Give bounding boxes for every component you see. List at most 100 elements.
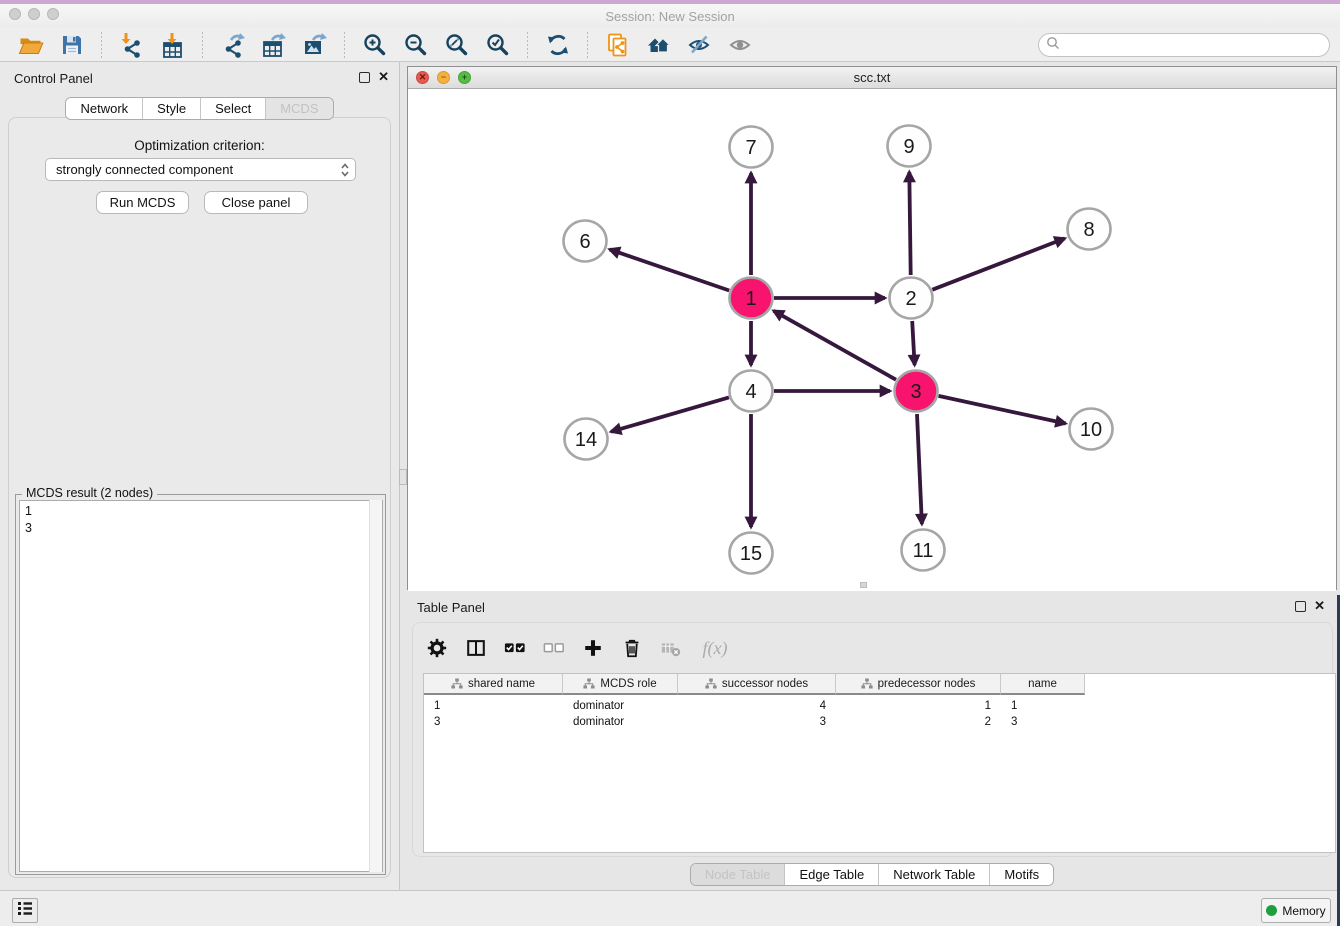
export-network-icon[interactable] [219, 31, 246, 58]
gear-icon[interactable] [425, 636, 449, 660]
tab-node-table[interactable]: Node Table [691, 864, 785, 885]
delete-column-icon[interactable] [620, 636, 644, 660]
edge-4-14[interactable] [611, 397, 729, 431]
close-table-panel-icon[interactable]: ✕ [1314, 598, 1325, 613]
column-header-name[interactable]: name [1001, 674, 1085, 695]
criterion-select[interactable]: strongly connected component [45, 158, 356, 181]
split-columns-icon[interactable] [464, 636, 488, 660]
float-table-panel-icon[interactable] [1295, 601, 1306, 612]
titlebar[interactable]: Session: New Session [0, 4, 1340, 28]
deselect-all-icon[interactable] [542, 636, 566, 660]
edge-3-11[interactable] [917, 414, 922, 524]
graph-node-6[interactable]: 6 [564, 221, 607, 262]
network-close-button[interactable]: ✕ [416, 71, 429, 84]
float-panel-icon[interactable] [359, 72, 370, 83]
edge-3-10[interactable] [939, 396, 1066, 424]
tab-motifs[interactable]: Motifs [989, 864, 1053, 885]
graph-node-1[interactable]: 1 [730, 278, 773, 319]
search-box[interactable] [1038, 33, 1330, 57]
close-panel-button[interactable]: Close panel [204, 191, 308, 214]
select-all-icon[interactable] [503, 636, 527, 660]
tab-network[interactable]: Network [66, 98, 142, 119]
tab-mcds[interactable]: MCDS [265, 98, 332, 119]
edge-1-6[interactable] [610, 249, 730, 290]
graph-node-15[interactable]: 15 [730, 533, 773, 574]
add-column-icon[interactable] [581, 636, 605, 660]
column-header-successor-nodes[interactable]: successor nodes [678, 674, 836, 695]
import-network-icon[interactable] [118, 31, 145, 58]
tab-style[interactable]: Style [142, 98, 200, 119]
table-cell[interactable]: 1 [424, 700, 563, 712]
network-zoom-button[interactable]: + [458, 71, 471, 84]
graph-node-14[interactable]: 14 [565, 419, 608, 460]
table-cell[interactable]: 3 [1001, 716, 1085, 728]
node-label: 8 [1083, 219, 1094, 241]
table-cell[interactable]: 3 [678, 716, 836, 728]
column-header-MCDS-role[interactable]: MCDS role [563, 674, 678, 695]
table-row[interactable]: 3dominator323 [424, 714, 1335, 730]
graph-node-2[interactable]: 2 [890, 278, 933, 319]
node-table[interactable]: shared nameMCDS rolesuccessor nodesprede… [423, 673, 1336, 853]
export-image-icon[interactable] [301, 31, 328, 58]
table-cell[interactable]: dominator [563, 716, 678, 728]
table-cell[interactable]: 4 [678, 700, 836, 712]
hierarchy-icon [861, 678, 873, 690]
tab-network-table[interactable]: Network Table [878, 864, 989, 885]
zoom-fit-icon[interactable] [443, 31, 470, 58]
task-history-button[interactable] [12, 898, 38, 923]
panel-divider-handle[interactable] [399, 469, 407, 485]
graph-node-3[interactable]: 3 [895, 371, 938, 412]
table-cell[interactable]: dominator [563, 700, 678, 712]
edge-3-1[interactable] [774, 311, 896, 380]
table-cell[interactable]: 3 [424, 716, 563, 728]
window-controls [9, 8, 59, 20]
minimize-window-button[interactable] [28, 8, 40, 20]
graph-node-9[interactable]: 9 [888, 126, 931, 167]
delete-table-icon[interactable] [659, 636, 683, 660]
graph-node-8[interactable]: 8 [1068, 209, 1111, 250]
graph-node-7[interactable]: 7 [730, 127, 773, 168]
zoom-in-icon[interactable] [361, 31, 388, 58]
column-header-predecessor-nodes[interactable]: predecessor nodes [836, 674, 1001, 695]
table-cell[interactable]: 1 [1001, 700, 1085, 712]
import-table-icon[interactable] [159, 31, 186, 58]
home-icon[interactable] [645, 31, 672, 58]
edge-2-8[interactable] [932, 238, 1064, 289]
tab-edge-table[interactable]: Edge Table [784, 864, 878, 885]
network-minimize-button[interactable]: − [437, 71, 450, 84]
search-input[interactable] [1065, 38, 1329, 52]
column-header-shared-name[interactable]: shared name [424, 674, 563, 695]
edge-2-3[interactable] [912, 321, 914, 365]
zoom-window-button[interactable] [47, 8, 59, 20]
result-scrollbar[interactable] [369, 500, 382, 872]
edge-2-9[interactable] [909, 172, 910, 275]
refresh-icon[interactable] [544, 31, 571, 58]
zoom-out-icon[interactable] [402, 31, 429, 58]
close-panel-icon[interactable]: ✕ [378, 69, 389, 84]
graph-node-4[interactable]: 4 [730, 371, 773, 412]
table-row[interactable]: 1dominator411 [424, 698, 1335, 714]
open-file-icon[interactable] [17, 31, 44, 58]
memory-button[interactable]: Memory [1261, 898, 1331, 923]
mcds-result-text[interactable]: 1 3 [19, 500, 383, 872]
zoom-selected-icon[interactable] [484, 31, 511, 58]
network-graph-canvas[interactable]: 1 2 3 4 6 7 8 9 10 11 14 15 [408, 90, 1336, 591]
function-icon-glyph: f(x) [703, 638, 728, 659]
function-icon[interactable]: f(x) [698, 636, 732, 660]
table-cell[interactable]: 2 [836, 716, 1001, 728]
show-panels-icon[interactable] [727, 31, 754, 58]
graph-node-11[interactable]: 11 [902, 530, 945, 571]
node-label: 6 [579, 231, 590, 253]
export-table-icon[interactable] [260, 31, 287, 58]
graph-node-10[interactable]: 10 [1070, 409, 1113, 450]
hide-panels-icon[interactable] [686, 31, 713, 58]
save-session-icon[interactable] [58, 31, 85, 58]
table-cell[interactable]: 1 [836, 700, 1001, 712]
canvas-resize-handle[interactable] [860, 582, 867, 588]
control-panel-header: Control Panel ✕ [0, 62, 399, 92]
copy-network-icon[interactable] [604, 31, 631, 58]
run-mcds-button[interactable]: Run MCDS [96, 191, 189, 214]
close-window-button[interactable] [9, 8, 21, 20]
network-window-titlebar[interactable]: ✕ − + scc.txt [408, 67, 1336, 89]
tab-select[interactable]: Select [200, 98, 265, 119]
